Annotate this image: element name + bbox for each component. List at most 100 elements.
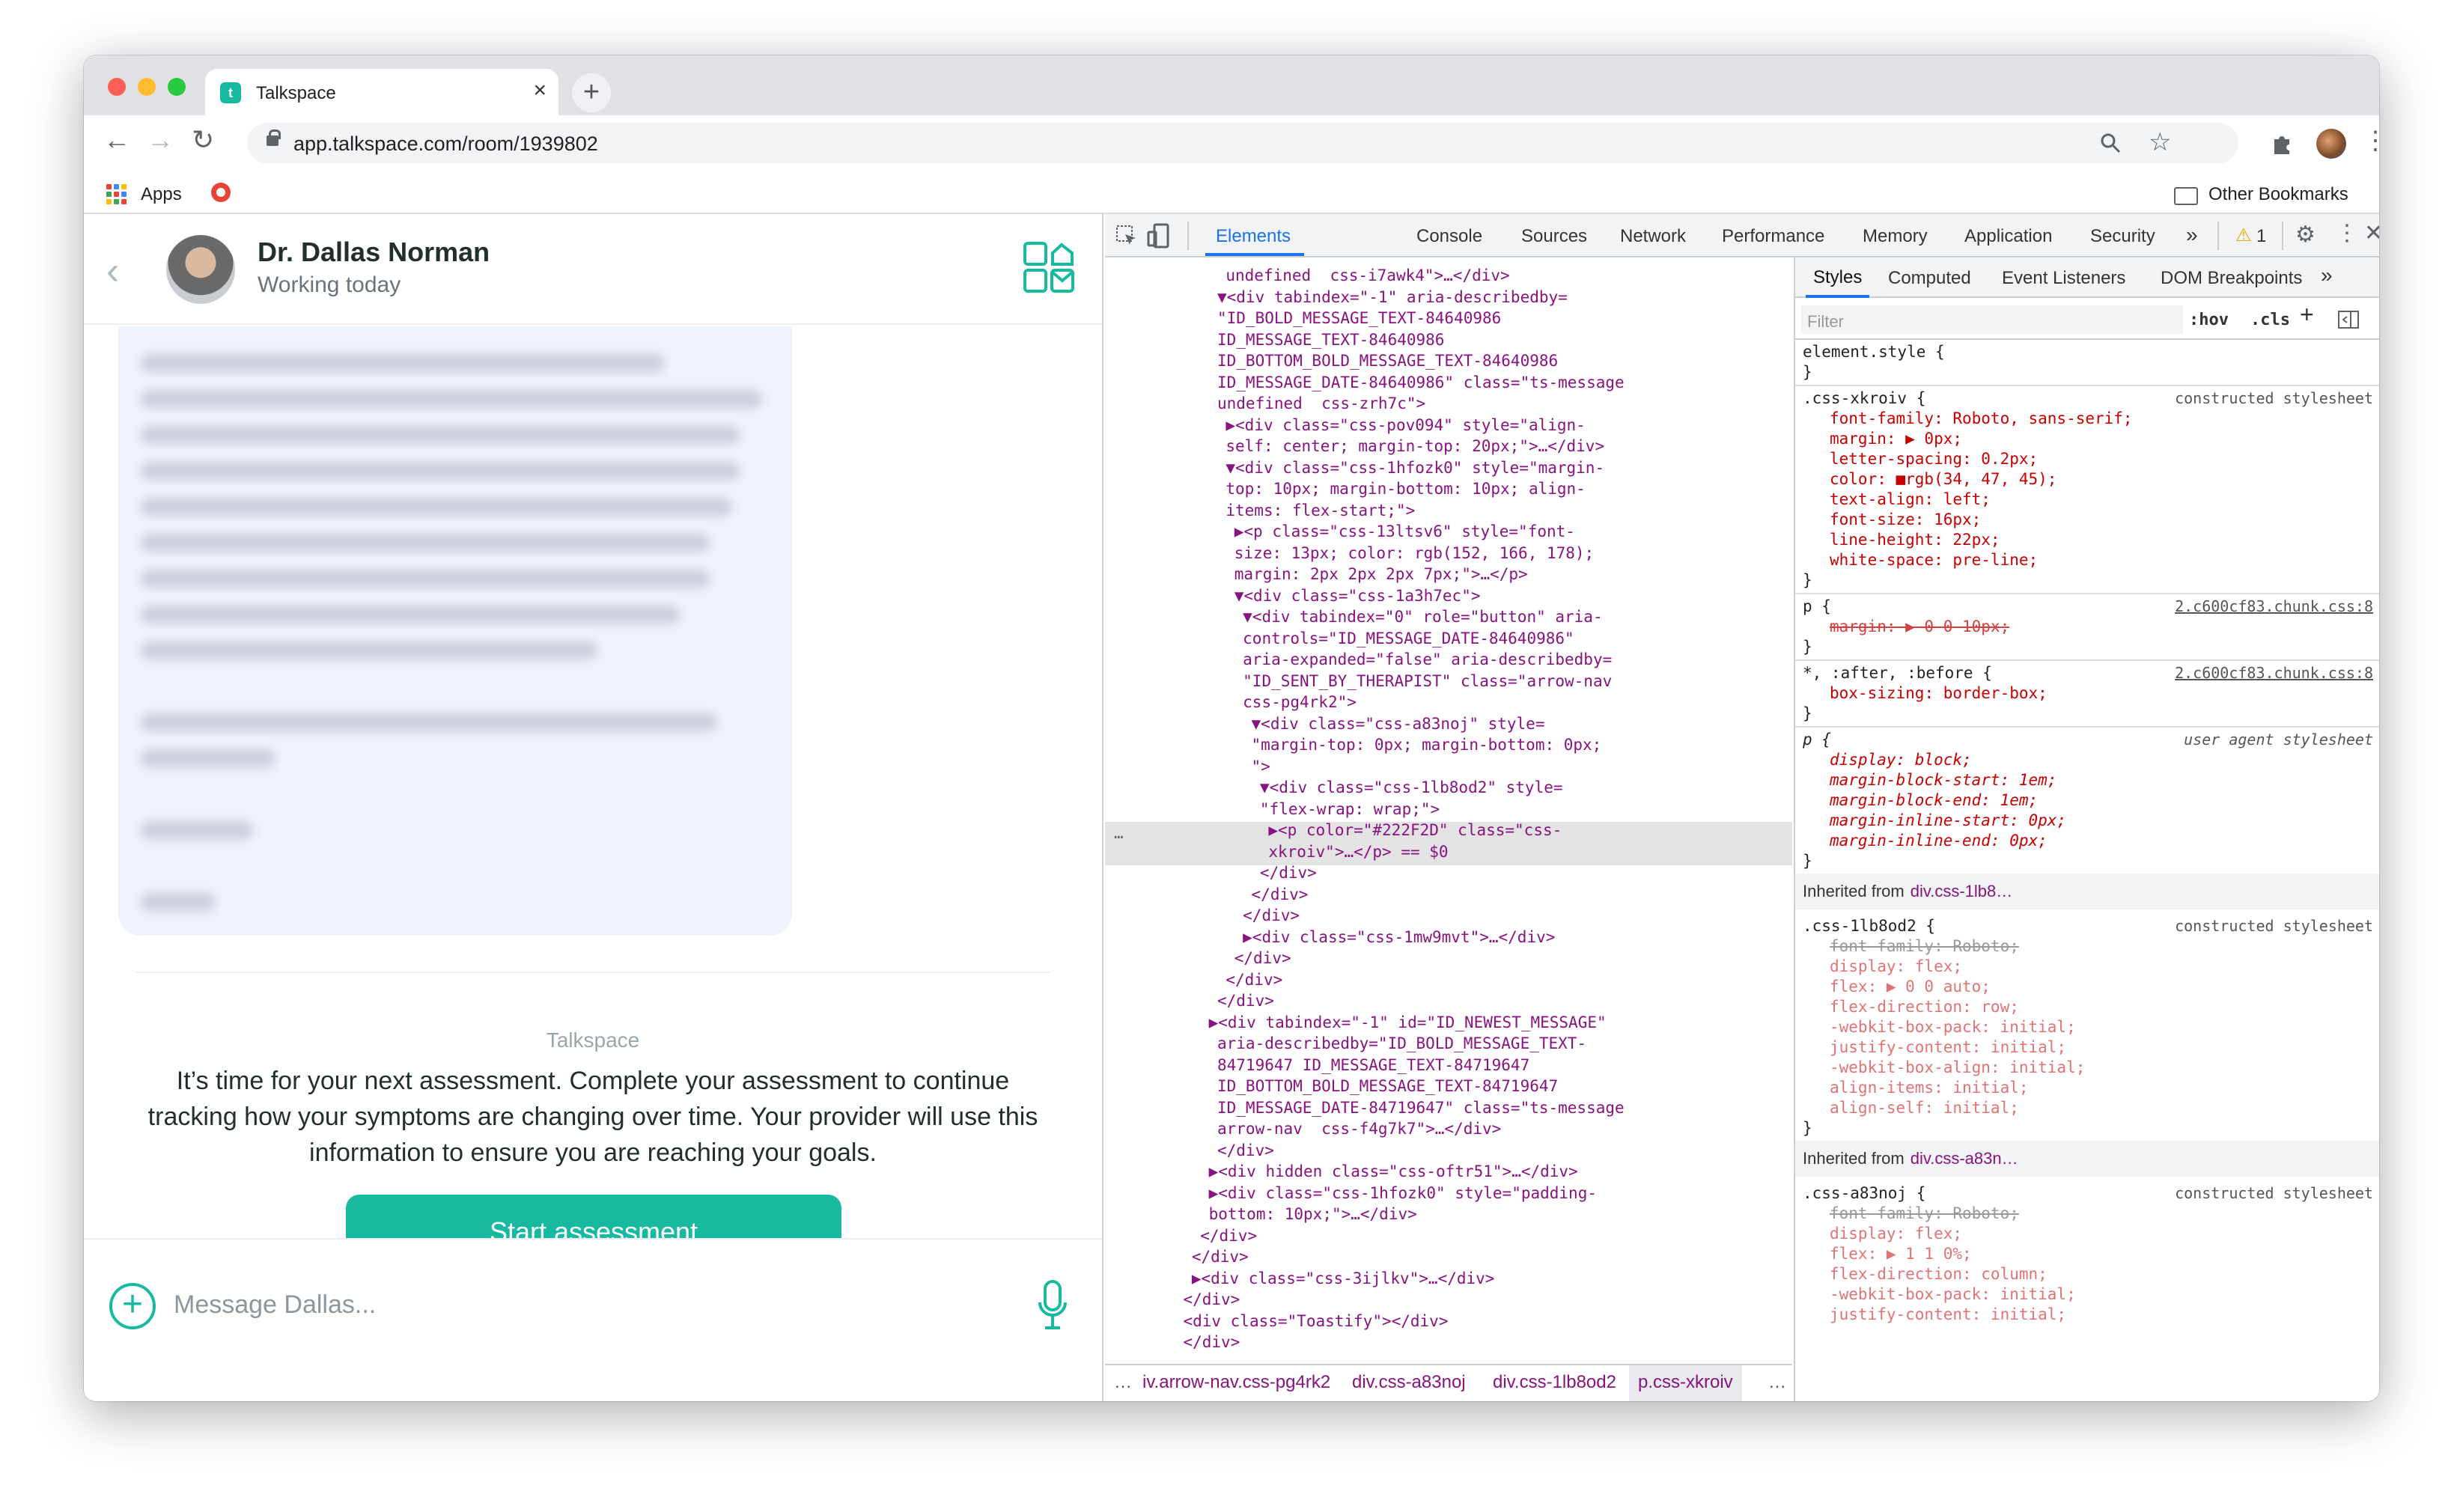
dom-node-line[interactable]: top: 10px; margin-bottom: 10px; align- — [1226, 478, 1585, 500]
more-tabs-button[interactable]: » — [2186, 223, 2198, 247]
dom-node-line[interactable]: <div class="Toastify"></div> — [1183, 1311, 1448, 1332]
tab-security[interactable]: Security — [2090, 226, 2155, 247]
dom-node-line[interactable]: "margin-top: 0px; margin-bottom: 0px; — [1252, 734, 1602, 756]
dom-node-line[interactable]: undefined css-zrh7c"> — [1217, 393, 1425, 415]
maximize-window-button[interactable] — [168, 78, 186, 96]
dom-node-line[interactable]: undefined css-i7awk4">…</div> — [1226, 265, 1509, 287]
rule-source-link[interactable]: constructed stylesheet — [2175, 388, 2373, 409]
microphone-icon[interactable] — [1038, 1278, 1068, 1332]
subtab-dom-breakpoints[interactable]: DOM Breakpoints — [2161, 268, 2302, 289]
zoom-icon[interactable] — [2099, 132, 2122, 154]
css-property[interactable]: display: flex; — [1830, 1223, 1962, 1244]
dom-node-line[interactable]: </div> — [1260, 862, 1317, 884]
rule-source-link[interactable]: constructed stylesheet — [2175, 1183, 2373, 1204]
dom-node-line[interactable]: </div> — [1252, 884, 1309, 906]
dom-node-line[interactable]: ID_MESSAGE_DATE-84640986" class="ts-mess… — [1217, 372, 1625, 394]
css-property[interactable]: line-height: 22px; — [1830, 529, 2000, 550]
warning-icon[interactable]: ⚠ — [2235, 225, 2252, 246]
css-property[interactable]: font-family: Roboto, sans-serif; — [1830, 408, 2133, 429]
close-window-button[interactable] — [108, 78, 126, 96]
dom-node-line[interactable]: aria-expanded="false" aria-describedby= — [1243, 649, 1612, 671]
dom-node-line[interactable]: </div> — [1217, 1140, 1274, 1162]
dom-node-line[interactable]: ▶<div class="css-1hfozk0" style="padding… — [1209, 1183, 1597, 1204]
inspect-element-icon[interactable] — [1115, 225, 1138, 247]
css-property[interactable]: flex: ▶ 0 0 auto; — [1830, 976, 1991, 997]
dom-node-line[interactable]: </div> — [1234, 948, 1291, 969]
css-property[interactable]: font-size: 16px; — [1830, 509, 1981, 530]
start-assessment-button[interactable]: Start assessment — [346, 1195, 841, 1238]
css-property[interactable]: margin-inline-end: 0px; — [1830, 830, 2048, 851]
dom-node-line[interactable]: xkroiv">…</p> == $0 — [1268, 841, 1448, 863]
room-menu-icon[interactable] — [1023, 241, 1075, 293]
bookmark-favicon-icon[interactable] — [211, 183, 231, 202]
dom-node-line[interactable]: "flex-wrap: wrap;"> — [1260, 799, 1440, 820]
tab-memory[interactable]: Memory — [1863, 226, 1928, 247]
hover-state-toggle[interactable]: :hov — [2189, 310, 2229, 331]
dom-node-line[interactable]: </div> — [1243, 905, 1300, 927]
css-property[interactable]: -webkit-box-pack: initial; — [1830, 1016, 2076, 1037]
dom-node-line[interactable]: ID_MESSAGE_DATE-84719647" class="ts-mess… — [1217, 1097, 1625, 1119]
dom-node-line[interactable]: ▶<div hidden class="css-oftr51">…</div> — [1209, 1161, 1578, 1183]
css-property[interactable]: -webkit-box-pack: initial; — [1830, 1284, 2076, 1305]
inherited-target-link[interactable]: div.css-1lb8… — [1911, 882, 2013, 900]
node-options-ellipsis[interactable]: … — [1114, 823, 1124, 844]
toggle-sidebar-icon[interactable] — [2337, 310, 2360, 329]
browser-menu-icon[interactable]: ⋮ — [2363, 126, 2379, 156]
dom-node-line[interactable]: ▶<p class="css-13ltsv6" style="font- — [1234, 521, 1575, 543]
back-arrow-icon[interactable]: ← — [103, 124, 130, 156]
dom-node-line[interactable]: ▼<div class="css-1hfozk0" style="margin- — [1226, 457, 1604, 479]
close-tab-icon[interactable]: × — [533, 78, 547, 103]
css-property[interactable]: margin-block-start: 1em; — [1830, 769, 2056, 790]
css-property[interactable]: flex: ▶ 1 1 0%; — [1830, 1243, 1972, 1264]
dom-node-line[interactable]: ▶<div tabindex="-1" id="ID_NEWEST_MESSAG… — [1209, 1012, 1607, 1034]
message-input[interactable]: Message Dallas... — [174, 1290, 376, 1320]
rule-source-link[interactable]: constructed stylesheet — [2175, 915, 2373, 936]
rule-source-link[interactable]: user agent stylesheet — [2184, 729, 2373, 750]
subtab-computed[interactable]: Computed — [1888, 268, 1971, 289]
forward-arrow-icon[interactable]: → — [147, 124, 174, 156]
dom-node-line[interactable]: ▶<div class="css-pov094" style="align- — [1226, 415, 1585, 436]
rule-source-link[interactable]: 2.c600cf83.chunk.css:8 — [2175, 662, 2373, 683]
styles-filter-input[interactable] — [1801, 305, 2183, 334]
new-tab-button[interactable]: + — [572, 73, 611, 112]
apps-bookmark[interactable]: Apps — [141, 184, 182, 205]
dom-node-line[interactable]: </div> — [1192, 1246, 1249, 1268]
extensions-puzzle-icon[interactable] — [2270, 132, 2294, 156]
rule-source-link[interactable]: 2.c600cf83.chunk.css:8 — [2175, 596, 2373, 617]
dom-node-line[interactable]: ▼<div class="css-a83noj" style= — [1252, 713, 1545, 735]
other-bookmarks[interactable]: Other Bookmarks — [2208, 184, 2348, 205]
css-property[interactable]: white-space: pre-line; — [1830, 549, 2038, 570]
tab-performance[interactable]: Performance — [1722, 226, 1824, 247]
subtab-styles[interactable]: Styles — [1806, 257, 1870, 298]
dom-node-line[interactable]: </div> — [1217, 990, 1274, 1012]
dom-node-line[interactable]: "> — [1252, 756, 1270, 778]
dom-node-line[interactable]: ▼<div class="css-1lb8od2" style= — [1260, 777, 1563, 799]
tab-network[interactable]: Network — [1620, 226, 1686, 247]
css-property[interactable]: flex-direction: row; — [1830, 996, 2019, 1017]
dom-node-line[interactable]: "ID_SENT_BY_THERAPIST" class="arrow-nav — [1243, 671, 1612, 692]
dom-node-line[interactable]: aria-describedby="ID_BOLD_MESSAGE_TEXT- — [1217, 1033, 1586, 1055]
css-property[interactable]: flex-direction: column; — [1830, 1263, 2048, 1284]
dom-node-line[interactable]: ▶<div class="css-1mw9mvt">…</div> — [1243, 927, 1555, 948]
device-toolbar-icon[interactable] — [1147, 223, 1171, 249]
dom-node-line[interactable]: "ID_BOLD_MESSAGE_TEXT-84640986 — [1217, 308, 1501, 329]
breadcrumb-item[interactable]: iv.arrow-nav.css-pg4rk2 — [1142, 1365, 1330, 1400]
browser-tab[interactable]: t Talkspace × — [205, 69, 558, 115]
settings-gear-icon[interactable]: ⚙ — [2295, 222, 2316, 248]
css-property[interactable]: font-family: Roboto; — [1830, 936, 2019, 957]
css-property[interactable]: align-self: initial; — [1830, 1097, 2019, 1118]
dom-node-line[interactable]: ▶<p color="#222F2D" class="css- — [1268, 820, 1562, 841]
dom-node-line[interactable]: </div> — [1183, 1332, 1240, 1353]
close-devtools-icon[interactable]: ✕ — [2364, 220, 2379, 246]
css-property[interactable]: font-family: Roboto; — [1830, 1203, 2019, 1224]
dom-node-line[interactable]: </div> — [1183, 1289, 1240, 1311]
css-property[interactable]: -webkit-box-align: initial; — [1830, 1057, 2085, 1078]
devtools-menu-icon[interactable]: ⋮ — [2336, 220, 2358, 246]
dom-node-line[interactable]: ID_MESSAGE_TEXT-84640986 — [1217, 329, 1444, 351]
dom-node-line[interactable]: items: flex-start;"> — [1226, 500, 1415, 522]
css-property[interactable]: margin: ▶ 0px; — [1830, 428, 1962, 449]
new-style-rule-icon[interactable]: + — [2300, 302, 2314, 326]
css-property[interactable]: align-items: initial; — [1830, 1077, 2029, 1098]
tab-elements[interactable]: Elements — [1216, 226, 1291, 247]
css-property[interactable]: margin-inline-start: 0px; — [1830, 810, 2066, 831]
